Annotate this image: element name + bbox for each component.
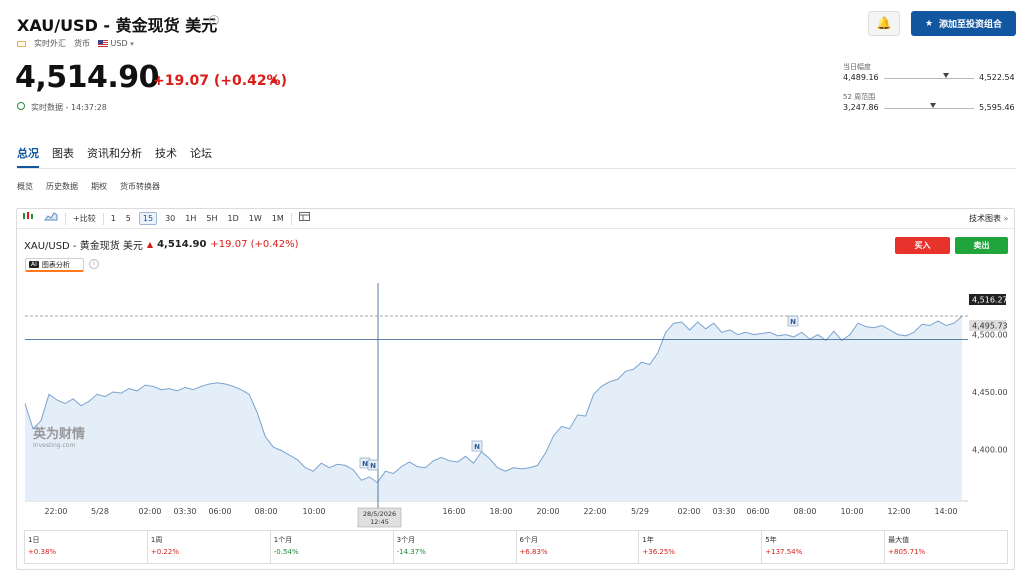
performance-bar: 1日 +0.38% 1周 +0.22% 1个月 -0.54% 3个月 -14.37% 6个月 +6… [24, 530, 1008, 564]
performance-cell: 1周 +0.22% [148, 531, 271, 563]
x-tick-label: 16:00 [442, 507, 465, 516]
performance-cell: 6个月 +6.83% [517, 531, 640, 563]
performance-cell: 1日 +0.38% [25, 531, 148, 563]
x-tick-label: 20:00 [536, 507, 559, 516]
price-chart[interactable]: 4,400.00 4,450.00 4,500.00 22:00 5/28 02:00 0… [0, 0, 1034, 579]
x-tick-label: 02:00 [138, 507, 161, 516]
performance-period: 3个月 [396, 536, 416, 544]
x-tick-label: 22:00 [44, 507, 67, 516]
y-tick-label: 4,400.00 [972, 445, 1008, 454]
crosshair-time: 12:45 [370, 518, 389, 526]
news-marker[interactable]: N [367, 459, 379, 471]
x-tick-label: 10:00 [302, 507, 325, 516]
performance-period: 1年 [642, 536, 654, 544]
performance-cell: 1年 +36.25% [639, 531, 763, 563]
watermark-cn: 英为财情 [32, 426, 85, 442]
crosshair-price-text: 4,495.73 [972, 322, 1008, 331]
price-labels: 4,516.27 4,495.73 [969, 294, 1008, 331]
x-tick-label: 14:00 [934, 507, 957, 516]
x-tick-label: 5/29 [631, 507, 649, 516]
performance-cell: 3个月 -14.37% [394, 531, 517, 563]
svg-text:N: N [790, 318, 796, 326]
x-tick-label: 03:30 [173, 507, 196, 516]
x-tick-label: 18:00 [489, 507, 512, 516]
performance-value: +137.54% [765, 548, 803, 556]
x-tick-label: 5/28 [91, 507, 109, 516]
news-marker[interactable]: N [787, 315, 799, 327]
svg-text:N: N [474, 443, 480, 451]
crosshair-time-tag: 28/5/2026 12:45 [357, 507, 402, 528]
news-marker[interactable]: N [471, 440, 483, 452]
x-tick-label: 12:00 [887, 507, 910, 516]
performance-cell: 1个月 -0.54% [271, 531, 394, 563]
y-tick-label: 4,500.00 [972, 331, 1008, 340]
performance-cell: 最大值 +805.71% [885, 531, 1007, 563]
svg-text:N: N [362, 460, 368, 468]
performance-period: 1日 [28, 536, 40, 544]
x-tick-label: 06:00 [208, 507, 231, 516]
x-tick-label: 06:00 [746, 507, 769, 516]
x-tick-label: 10:00 [840, 507, 863, 516]
svg-text:N: N [370, 462, 376, 470]
performance-value: +805.71% [888, 548, 926, 556]
performance-period: 1周 [150, 536, 163, 544]
performance-value: -0.54% [273, 548, 299, 556]
x-tick-label: 02:00 [677, 507, 700, 516]
performance-period: 6个月 [519, 536, 538, 544]
crosshair-date: 28/5/2026 [363, 510, 396, 518]
performance-cell: 5年 +137.54% [762, 531, 886, 563]
watermark-en: Investing.com [33, 442, 75, 449]
performance-period: 1个月 [273, 536, 293, 544]
x-tick-label: 22:00 [583, 507, 606, 516]
y-tick-label: 4,450.00 [972, 388, 1008, 397]
x-tick-label: 08:00 [793, 507, 816, 516]
performance-value: +0.38% [28, 548, 57, 556]
performance-value: +6.83% [519, 548, 548, 556]
performance-value: -14.37% [396, 548, 426, 556]
current-price-text: 4,516.27 [972, 296, 1008, 305]
x-tick-label: 03:30 [712, 507, 735, 516]
x-tick-label: 08:00 [254, 507, 277, 516]
performance-period: 5年 [765, 536, 777, 544]
performance-period: 最大值 [888, 536, 910, 544]
performance-value: +0.22% [150, 548, 179, 556]
performance-value: +36.25% [642, 548, 675, 556]
price-area [25, 316, 962, 501]
